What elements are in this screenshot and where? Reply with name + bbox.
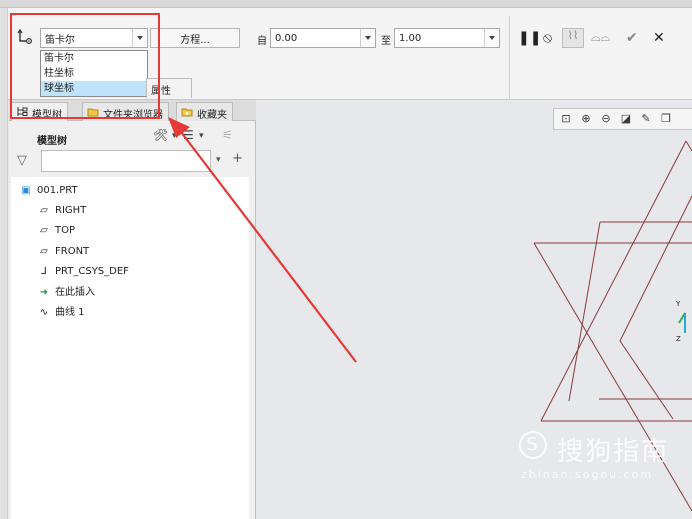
annotation-arrow bbox=[168, 117, 357, 363]
